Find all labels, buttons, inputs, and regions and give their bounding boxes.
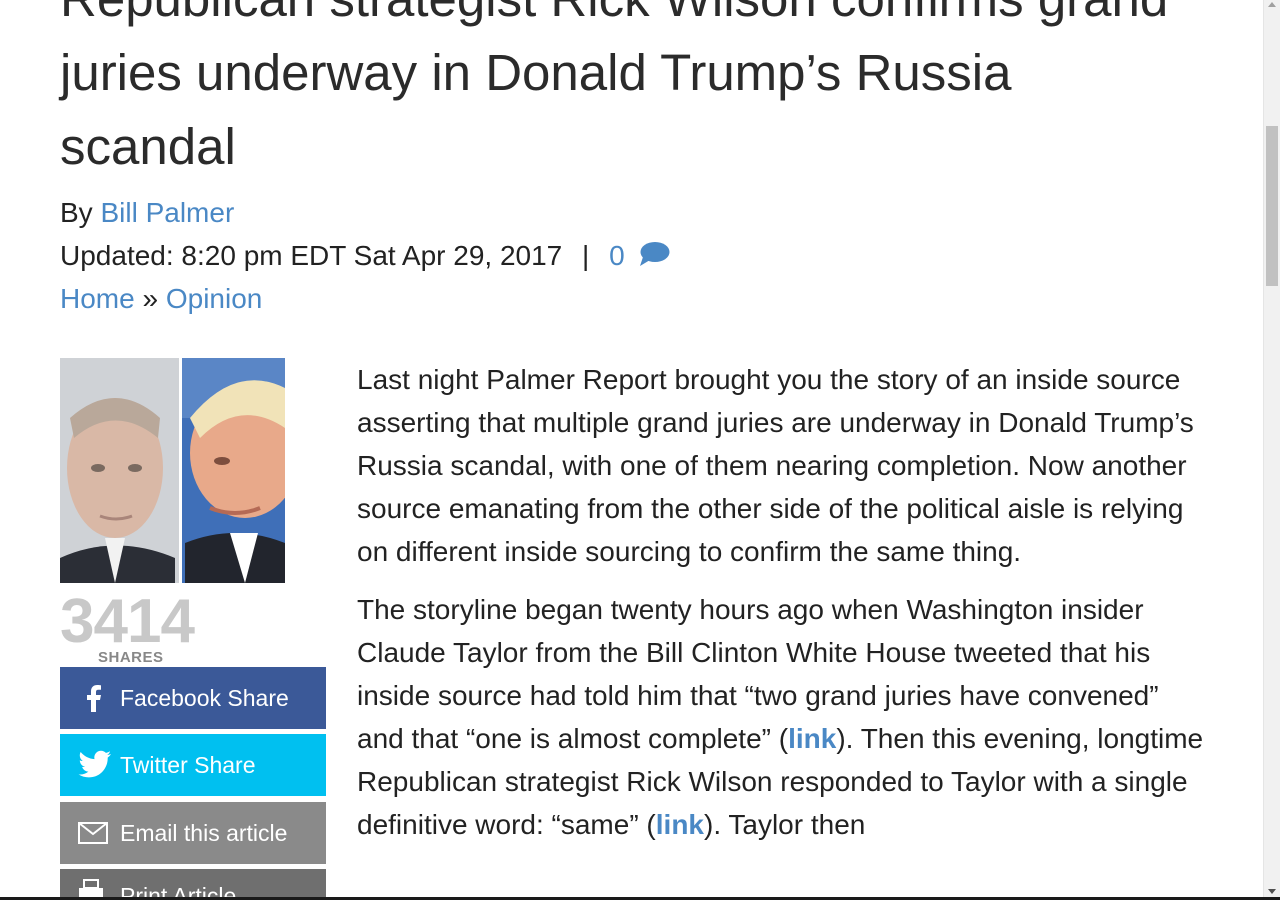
article-paragraph-2: The storyline began twenty hours ago whe…: [357, 588, 1207, 846]
twitter-share-label: Twitter Share: [120, 751, 256, 778]
breadcrumb: Home » Opinion: [60, 282, 262, 316]
printer-icon: [79, 879, 103, 898]
article-title: Republican strategist Rick Wilson confir…: [60, 0, 1168, 175]
byline: By Bill Palmer: [60, 196, 234, 230]
inline-link[interactable]: link: [788, 723, 836, 754]
thumbnail-image: [60, 358, 285, 583]
author-link[interactable]: Bill Palmer: [100, 197, 234, 228]
scroll-down-arrow-icon[interactable]: [1268, 889, 1276, 894]
breadcrumb-separator: »: [142, 283, 159, 314]
facebook-share-label: Facebook Share: [120, 684, 289, 711]
envelope-icon: [78, 822, 108, 844]
vertical-scrollbar[interactable]: [1263, 0, 1280, 900]
updated-line: Updated: 8:20 pm EDT Sat Apr 29, 2017 | …: [60, 239, 670, 273]
twitter-icon: [78, 750, 111, 778]
updated-timestamp: Updated: 8:20 pm EDT Sat Apr 29, 2017: [60, 240, 563, 271]
email-article-label: Email this article: [120, 819, 288, 846]
breadcrumb-home[interactable]: Home: [60, 283, 135, 314]
facebook-icon: [87, 685, 101, 712]
print-article-label: Print Article: [120, 883, 237, 898]
scroll-up-arrow-icon[interactable]: [1268, 2, 1276, 7]
byline-prefix: By: [60, 197, 93, 228]
comments-link[interactable]: 0: [609, 240, 670, 271]
meta-separator: |: [582, 240, 590, 271]
comment-bubble-icon: [640, 242, 670, 266]
paragraph-text: ). Taylor then: [704, 809, 866, 840]
scrollbar-thumb[interactable]: [1266, 126, 1278, 286]
email-article-button[interactable]: Email this article: [60, 802, 326, 864]
inline-link[interactable]: link: [656, 809, 704, 840]
breadcrumb-opinion[interactable]: Opinion: [166, 283, 263, 314]
shares-label: SHARES: [98, 649, 164, 666]
article-page: Republican strategist Rick Wilson confir…: [0, 0, 1263, 898]
article-paragraph-1: Last night Palmer Report brought you the…: [357, 364, 1194, 567]
facebook-share-button[interactable]: Facebook Share: [60, 667, 326, 729]
shares-count: 3414: [60, 587, 195, 656]
comment-count: 0: [609, 240, 625, 271]
twitter-share-button[interactable]: Twitter Share: [60, 734, 326, 796]
print-article-button[interactable]: Print Article: [60, 869, 326, 898]
article-body: Last night Palmer Report brought you the…: [357, 358, 1207, 861]
article-thumbnail: [60, 358, 285, 583]
